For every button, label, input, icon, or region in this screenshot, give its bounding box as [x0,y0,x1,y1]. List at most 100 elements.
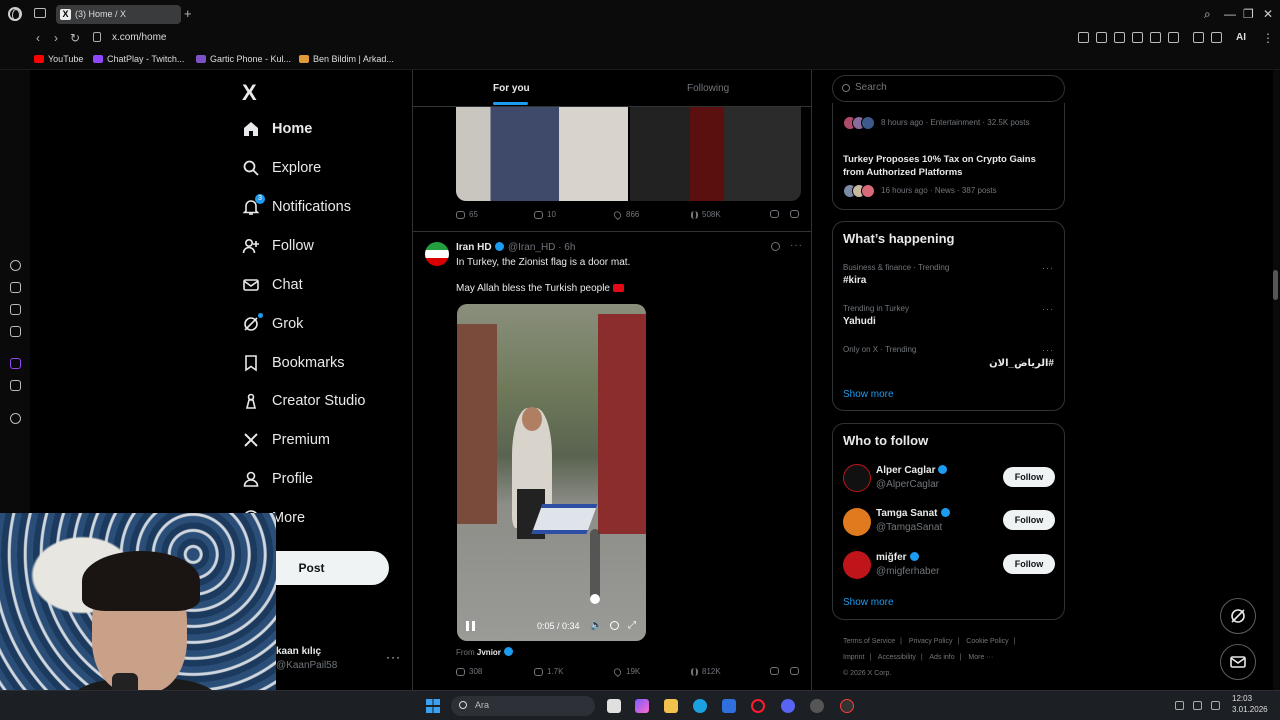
follow-suggestion-name[interactable]: miğfer [876,552,922,563]
nav-notifications[interactable]: 3 Notifications [242,194,351,219]
footer-link[interactable]: Cookie Policy [966,638,1008,645]
ai-button[interactable]: AI [1236,32,1246,43]
nav-explore[interactable]: Explore [242,156,321,180]
trend-more-button[interactable]: ··· [1042,263,1054,273]
reply-button[interactable]: 308 [456,667,482,676]
discord-icon[interactable] [781,699,795,713]
play-icon[interactable] [1150,32,1161,43]
account-icon[interactable] [1211,32,1222,43]
forward-icon[interactable]: › [54,31,58,45]
browser-tab[interactable]: X (3) Home / X [56,5,181,24]
extensions-icon[interactable] [1193,32,1204,43]
tab-following[interactable]: Following [687,83,729,94]
obs-icon[interactable] [810,699,824,713]
lock-icon[interactable] [93,32,101,42]
views-button[interactable]: 508K [691,210,721,219]
taskbar-search[interactable]: Ara [451,696,595,716]
bookmark-youtube[interactable]: YouTube [34,54,83,64]
x-side-icon[interactable] [10,380,21,391]
workspace-icon[interactable] [10,282,21,293]
share-button[interactable] [790,667,799,675]
profile-handle[interactable]: @KaanPail58 [276,660,337,671]
follow-suggestion-name[interactable]: Tamga Sanat [876,508,953,519]
search-tabs-icon[interactable]: ⌕ [1204,7,1211,22]
volume-slider[interactable] [590,529,600,604]
nav-premium[interactable]: Premium [242,428,330,452]
avatar[interactable] [843,551,871,579]
pinboard-icon[interactable] [10,304,21,315]
avatar[interactable] [843,464,871,492]
nav-profile[interactable]: Profile [242,467,313,491]
nav-grok[interactable]: Grok [242,312,303,336]
translate-icon[interactable] [1132,32,1143,43]
follow-button[interactable]: Follow [1003,467,1055,487]
trend-name[interactable]: #الرياض_الان [989,358,1054,369]
aria-icon[interactable] [10,260,21,271]
messenger-icon[interactable] [10,326,21,337]
volume-icon[interactable]: 🔈 [590,620,602,631]
wifi-icon[interactable] [1193,701,1202,710]
twitch-side-icon[interactable] [10,358,21,369]
repost-button[interactable]: 1.7K [534,667,563,676]
nav-chat[interactable]: Chat [242,273,303,297]
x-logo[interactable]: X [242,80,257,106]
footer-link[interactable]: Accessibility [878,654,916,661]
bookmark-chatplay[interactable]: ChatPlay - Twitch... [93,54,184,64]
account-menu-button[interactable]: ··· [386,650,401,664]
page-scrollbar[interactable] [1273,70,1280,690]
avatar[interactable] [843,508,871,536]
repost-button[interactable]: 10 [534,210,556,219]
bookmark-gartic[interactable]: Gartic Phone - Kul... [196,54,291,64]
file-explorer-icon[interactable] [664,699,678,713]
trend-name[interactable]: Yahudi [843,316,876,327]
browser-menu-icon[interactable]: ⋮ [1262,31,1274,45]
network-icon[interactable] [1175,701,1184,710]
clock-time[interactable]: 12:03 [1232,694,1252,703]
show-more-link[interactable]: Show more [843,389,894,400]
nav-home[interactable]: Home [242,117,312,141]
media-image-left[interactable] [456,107,628,201]
search-input[interactable] [855,82,1055,93]
messages-float-button[interactable] [1220,644,1256,680]
video-player[interactable]: 0:05 / 0:34 🔈 ⤢ [457,304,646,641]
restore-icon[interactable]: ❐ [1243,7,1254,21]
grok-explain-icon[interactable] [771,242,780,251]
heart-icon[interactable] [1168,32,1179,43]
snapshot-icon[interactable] [1096,32,1107,43]
task-view-icon[interactable] [607,699,621,713]
pause-icon[interactable] [466,621,475,631]
footer-link[interactable]: Imprint [843,654,864,661]
follow-button[interactable]: Follow [1003,554,1055,574]
pin-icon[interactable] [1078,32,1089,43]
tray-overflow-icon[interactable] [1153,701,1162,710]
edge-icon[interactable] [693,699,707,713]
tweet-author-name[interactable]: Iran HD [456,242,507,253]
bookmark-ben-bildim[interactable]: Ben Bildim | Arkad... [299,54,394,64]
views-button[interactable]: 812K [691,667,721,676]
shield-icon[interactable] [1114,32,1125,43]
footer-link[interactable]: Terms of Service [843,638,895,645]
clock-date[interactable]: 3.01.2026 [1232,705,1268,714]
bookmark-post-button[interactable] [770,210,779,218]
show-more-link[interactable]: Show more [843,597,894,608]
share-button[interactable] [790,210,799,218]
trend-more-button[interactable]: ··· [1042,304,1054,314]
settings-icon[interactable] [610,621,619,630]
news-headline[interactable]: Turkey Proposes 10% Tax on Crypto Gains … [843,153,1053,179]
follow-suggestion-name[interactable]: Alper Caglar [876,465,950,476]
close-icon[interactable]: ✕ [1263,7,1273,21]
footer-link[interactable]: Privacy Policy [909,638,953,645]
new-tab-button[interactable]: + [184,6,192,21]
avatar[interactable] [425,242,449,266]
copilot-icon[interactable] [635,699,649,713]
reload-icon[interactable]: ↻ [70,31,80,45]
nav-creator-studio[interactable]: Creator Studio [242,389,366,413]
scrollbar-thumb[interactable] [1273,270,1278,300]
nav-bookmarks[interactable]: Bookmarks [242,351,345,375]
trend-name[interactable]: #kira [843,275,866,286]
volume-slider-handle[interactable] [590,594,600,604]
store-icon[interactable] [722,699,736,713]
reply-button[interactable]: 65 [456,210,478,219]
tab-switcher-icon[interactable] [34,8,46,18]
grok-float-button[interactable] [1220,598,1256,634]
